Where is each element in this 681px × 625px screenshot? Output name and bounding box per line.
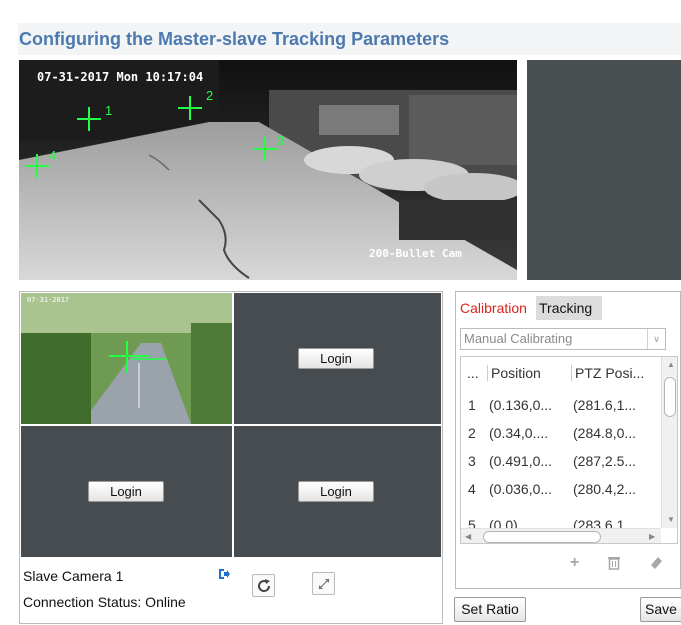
table-row[interactable]: 1 (0.136,0... (281.6,1... xyxy=(461,391,661,419)
ptz-camera-view[interactable] xyxy=(527,60,681,280)
tab-tracking[interactable]: Tracking xyxy=(536,296,602,320)
vertical-scroll-thumb[interactable] xyxy=(664,377,676,417)
chevron-down-icon: ∨ xyxy=(647,329,665,349)
marker-label: 1 xyxy=(105,103,113,118)
slave-video-frame xyxy=(21,293,232,424)
scroll-up-icon[interactable]: ▲ xyxy=(667,360,675,369)
crosshair-icon xyxy=(25,154,49,178)
row-index: 5 xyxy=(468,517,476,528)
tab-calibration[interactable]: Calibration xyxy=(460,296,527,320)
scroll-down-icon[interactable]: ▼ xyxy=(667,515,675,524)
row-ptz-position: (284.8,0... xyxy=(573,425,637,441)
slave-camera-panel: 07-31-2017 Login Login Login Slave Camer… xyxy=(19,291,443,624)
refresh-button[interactable] xyxy=(252,574,275,597)
crosshair-icon xyxy=(178,96,202,120)
table-toolbar: + xyxy=(456,550,681,580)
slave-camera-name: Slave Camera 1 xyxy=(23,568,124,584)
column-header-index[interactable]: ... xyxy=(467,365,479,381)
save-button[interactable]: Save xyxy=(640,597,681,622)
header: Configuring the Master-slave Tracking Pa… xyxy=(0,0,681,55)
page-title: Configuring the Master-slave Tracking Pa… xyxy=(18,23,681,55)
slave-camera-cell-2: Login xyxy=(234,293,441,424)
calibration-marker-3[interactable]: 3 xyxy=(251,133,284,163)
horizontal-scroll-thumb[interactable] xyxy=(483,531,601,543)
vertical-scrollbar[interactable]: ▲ ▼ xyxy=(661,357,677,528)
row-position: (0.136,0... xyxy=(489,397,553,413)
row-index: 3 xyxy=(468,453,476,469)
osd-timestamp: 07-31-2017 Mon 10:17:04 xyxy=(37,70,204,84)
delete-icon[interactable] xyxy=(606,554,622,575)
refresh-icon xyxy=(258,579,271,592)
crosshair-icon xyxy=(253,137,277,161)
fullscreen-button[interactable] xyxy=(312,572,335,595)
logout-icon[interactable] xyxy=(217,567,231,581)
trash-icon xyxy=(608,557,620,570)
calibration-mode-value: Manual Calibrating xyxy=(464,331,573,346)
row-position: (0.491,0... xyxy=(489,453,553,469)
row-ptz-position: (283.6,1... xyxy=(573,517,637,528)
expand-icon xyxy=(318,578,330,590)
horizontal-scrollbar[interactable]: ◀ ▶ xyxy=(461,528,661,543)
slave-camera-info: Slave Camera 1 Connection Status: Online xyxy=(20,560,442,622)
slave-camera-cell-3: Login xyxy=(21,426,232,557)
row-index: 4 xyxy=(468,481,476,497)
scroll-right-icon[interactable]: ▶ xyxy=(649,532,655,541)
calibration-mode-select[interactable]: Manual Calibrating ∨ xyxy=(460,328,666,350)
row-position: (0.34,0.... xyxy=(489,425,549,441)
calibration-marker-2[interactable]: 2 xyxy=(176,88,213,122)
logout-icon-graphic xyxy=(219,569,230,579)
column-header-ptz-position[interactable]: PTZ Posi... xyxy=(571,365,644,381)
master-camera-view[interactable]: 07-31-2017 Mon 10:17:04 200-Bullet Cam 1… xyxy=(19,60,517,280)
slave-camera-cell-4: Login xyxy=(234,426,441,557)
row-index: 1 xyxy=(468,397,476,413)
table-row[interactable]: 5 (0.0) (283.6,1... xyxy=(461,503,661,528)
slave-camera-grid: 07-31-2017 Login Login Login xyxy=(21,293,441,557)
column-header-position[interactable]: Position xyxy=(487,365,541,381)
connection-status: Connection Status: Online xyxy=(23,594,186,610)
row-ptz-position: (280.4,2... xyxy=(573,481,637,497)
calibration-marker-1[interactable]: 1 xyxy=(75,103,112,133)
add-point-icon[interactable]: + xyxy=(570,554,579,572)
row-position: (0.036,0... xyxy=(489,481,553,497)
eraser-icon[interactable] xyxy=(648,554,664,575)
table-row[interactable]: 3 (0.491,0... (287,2.5... xyxy=(461,447,661,475)
table-row[interactable]: 4 (0.036,0... (280.4,2... xyxy=(461,475,661,503)
calibration-marker-4[interactable]: 4 xyxy=(23,148,56,180)
slave-camera-cell-1[interactable]: 07-31-2017 xyxy=(21,293,232,424)
eraser-icon-graphic xyxy=(651,557,662,569)
login-button[interactable]: Login xyxy=(298,348,374,369)
marker-label: 4 xyxy=(49,148,57,163)
set-ratio-button[interactable]: Set Ratio xyxy=(454,597,526,622)
scroll-left-icon[interactable]: ◀ xyxy=(465,532,471,541)
marker-label: 3 xyxy=(277,133,285,148)
table-row[interactable]: 2 (0.34,0.... (284.8,0... xyxy=(461,419,661,447)
calibration-point-table: ... Position PTZ Posi... 1 (0.136,0... (… xyxy=(460,356,678,544)
row-ptz-position: (281.6,1... xyxy=(573,397,637,413)
login-button[interactable]: Login xyxy=(298,481,374,502)
row-ptz-position: (287,2.5... xyxy=(573,453,637,469)
calibration-panel: Calibration Tracking Manual Calibrating … xyxy=(455,291,681,589)
table-header: ... Position PTZ Posi... xyxy=(461,357,677,391)
login-button[interactable]: Login xyxy=(88,481,164,502)
row-index: 2 xyxy=(468,425,476,441)
crosshair-icon xyxy=(77,107,101,131)
osd-camera-label: 200-Bullet Cam xyxy=(369,247,462,260)
marker-label: 2 xyxy=(206,88,214,103)
thumb-timestamp: 07-31-2017 xyxy=(27,296,70,304)
row-position: (0.0) xyxy=(489,517,518,528)
